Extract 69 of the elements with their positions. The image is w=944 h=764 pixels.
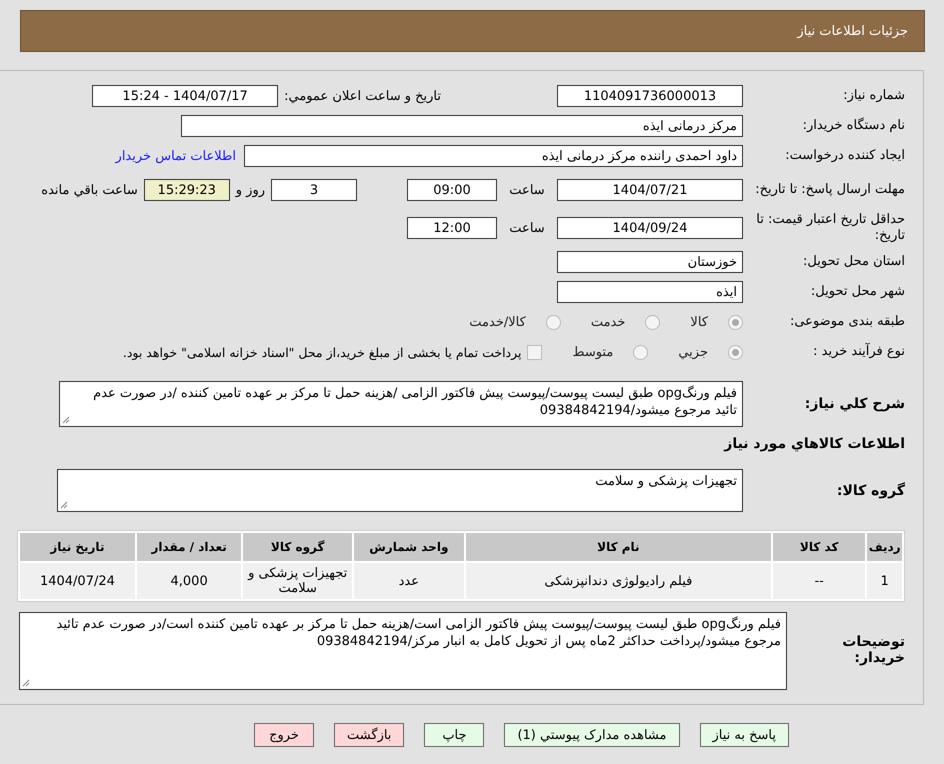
field-label: مهلت ارسال پاسخ: تا تاریخ:	[754, 182, 905, 198]
value-field: خوزستان	[557, 251, 743, 273]
resize-grip-icon	[60, 501, 68, 509]
option-label: خدمت	[590, 314, 626, 330]
radio-button[interactable]	[728, 344, 743, 360]
field-label: نام دستگاه خريدار:	[802, 118, 905, 134]
action-button[interactable]: مشاهده مدارک پیوستي (1)	[504, 723, 680, 747]
checkbox[interactable]	[527, 344, 542, 360]
time-label: ساعت	[508, 220, 546, 236]
table-cell: 4,000	[136, 563, 242, 599]
action-button[interactable]: خروج	[254, 723, 314, 747]
section-title: اطلاعات کالاهاي مورد نياز	[724, 436, 905, 452]
column-header: رديف	[867, 533, 902, 561]
field-label: طبقه بندی موضوعی:	[788, 314, 905, 330]
buyer-contact-link[interactable]: اطلاعات تماس خریدار	[116, 148, 236, 164]
field-label: حداقل تاريخ اعتبار قيمت: تا تاريخ:	[755, 212, 905, 244]
date-field: 1404/07/21	[557, 179, 743, 201]
radio-button[interactable]	[645, 314, 660, 330]
field-label: شماره نیاز:	[842, 88, 905, 104]
notes-text: فیلم ورنگopg طبق لیست پیوست/پیوست پیش فاکتور الزامی است/هزینه حمل تا مرکز بر عهده تامین کننده است/در صورت عدم تائید مرجوع میشود/پرداخت حداکثر 2ماه پس از تحویل کامل به انبار مرکز/09384842194	[56, 617, 781, 649]
table-cell: --	[773, 563, 866, 599]
action-button[interactable]: بازگشت	[334, 723, 404, 747]
field-label: تاریخ و ساعت اعلان عمومي:	[283, 88, 442, 104]
payment-note: پرداخت تمام یا بخشی از مبلغ خرید،از محل "اسناد خزانه اسلامی" خواهد بود.	[122, 344, 522, 360]
date-field: 1404/09/24	[557, 217, 743, 239]
column-header: کد کالا	[773, 533, 866, 561]
field-label: استان محل تحویل:	[802, 254, 905, 270]
resize-grip-icon	[62, 416, 70, 424]
value-field: داود احمدی راننده مرکز درمانی ایذه	[244, 145, 743, 167]
radio-button[interactable]	[728, 314, 743, 330]
action-button[interactable]: پاسخ به نیاز	[700, 723, 789, 747]
value-field: 1404/07/17 - 15:24	[92, 85, 278, 107]
value-field: ایذه	[557, 281, 743, 303]
column-header: تاریخ نیاز	[20, 533, 135, 561]
time-field: 12:00	[407, 217, 497, 239]
time-field: 09:00	[407, 179, 497, 201]
radio-button[interactable]	[546, 314, 561, 330]
field-label: نوع فرآیند خرید :	[812, 344, 905, 360]
option-label: متوسط	[572, 344, 614, 360]
table-cell: عدد	[354, 563, 464, 599]
resize-grip-icon	[22, 679, 30, 687]
field-label: گروه کالا:	[836, 482, 905, 498]
field-label: شرح کلي نياز:	[804, 396, 905, 412]
table-cell: تجهیزات پزشکی و سلامت	[243, 563, 352, 599]
value-field: مرکز درمانی ایذه	[181, 115, 743, 137]
days-label: روز و	[234, 182, 266, 198]
column-header: تعداد / مقدار	[136, 533, 242, 561]
page-title: جزئیات اطلاعات نیاز	[797, 24, 908, 38]
field-label: ایجاد کننده درخواست:	[784, 148, 905, 164]
option-label: کالا	[690, 314, 708, 330]
field-label: شهر محل تحویل:	[810, 284, 905, 300]
table-cell: فیلم رادیولوژی دندانپزشکی	[466, 563, 772, 599]
remaining-time: 15:29:23	[144, 179, 230, 201]
field-label: توضیحات خریدار:	[841, 634, 905, 666]
goods-group-text: تجهیزات پزشکی و سلامت	[595, 474, 737, 489]
option-label: کالا/خدمت	[469, 314, 526, 330]
remaining-label: ساعت باقي مانده	[40, 182, 139, 198]
column-header: گروه کالا	[243, 533, 352, 561]
description-text: فیلم ورنگopg طبق لیست پیوست/پیوست پیش فاکتور الزامی /هزینه حمل تا مرکز بر عهده تامین کننده /در صورت عدم تائید مرجوع میشود/09384842194	[93, 386, 737, 418]
value-field: 1104091736000013	[557, 85, 743, 107]
table-cell: 1404/07/24	[20, 563, 135, 599]
time-label: ساعت	[508, 182, 546, 198]
column-header: واحد شمارش	[354, 533, 464, 561]
days-field: 3	[271, 179, 357, 201]
column-header: نام کالا	[466, 533, 772, 561]
table-cell: 1	[867, 563, 902, 599]
option-label: جزيي	[678, 344, 708, 360]
radio-button[interactable]	[633, 344, 648, 360]
action-button[interactable]: چاپ	[424, 723, 484, 747]
